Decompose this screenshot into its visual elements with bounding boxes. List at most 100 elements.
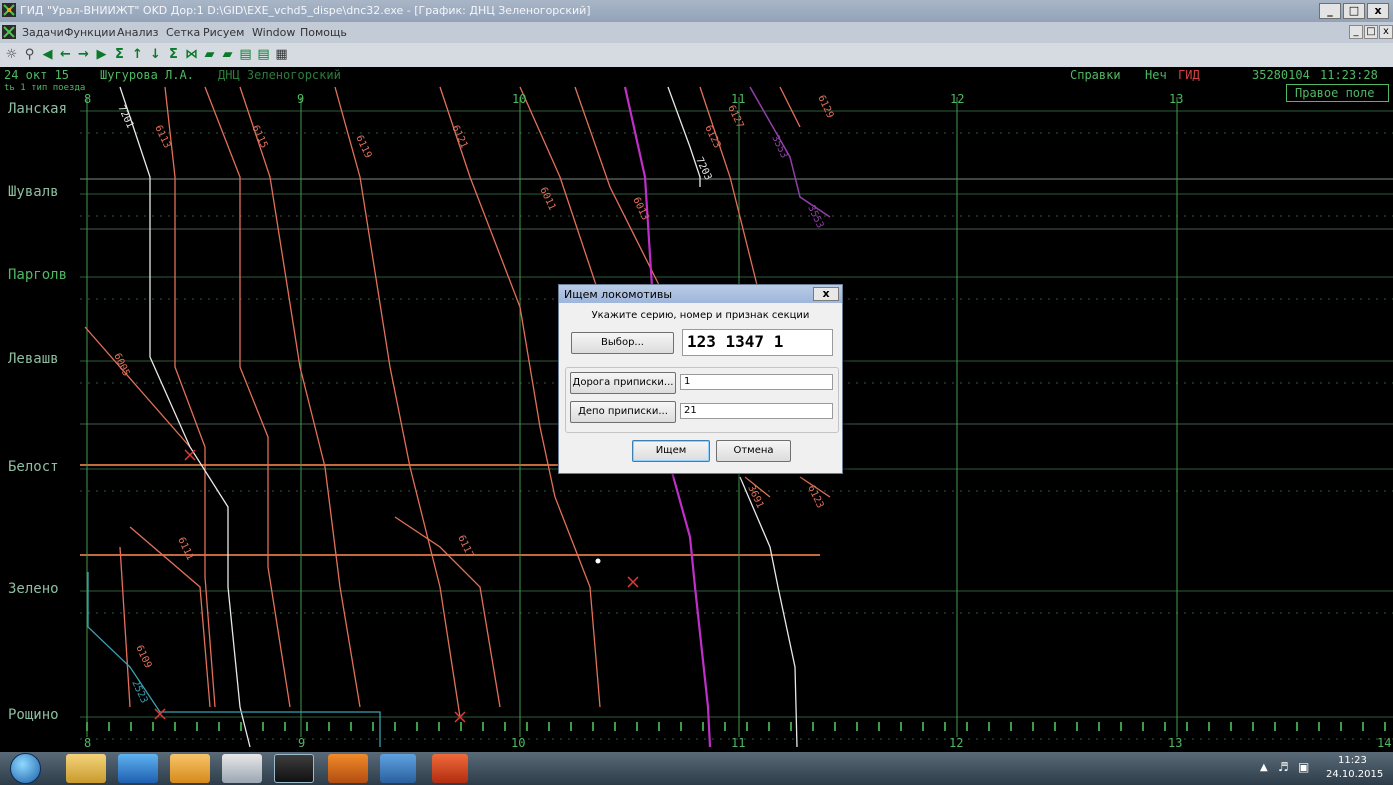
station-roshchino[interactable]: Рощино	[8, 707, 59, 723]
locomotive2-icon[interactable]: ▤	[256, 46, 271, 63]
train-number-label: 6123	[702, 124, 722, 150]
start-button[interactable]	[10, 753, 41, 784]
locomotive-icon[interactable]: ▤	[238, 46, 253, 63]
menu-item-grid[interactable]: Сетка	[166, 26, 200, 39]
train-thread	[574, 86, 661, 288]
hour-top-13: 13	[1169, 92, 1184, 106]
prev-icon[interactable]: ←	[58, 46, 73, 63]
first-icon[interactable]: ◀	[40, 46, 55, 63]
hour-top-9: 9	[297, 92, 305, 106]
locomotive-input[interactable]: 123 1347 1	[682, 329, 833, 356]
menu-item-draw[interactable]: Рисуем	[203, 26, 244, 39]
menu-item-help[interactable]: Помощь	[300, 26, 347, 39]
total-icon[interactable]: Σ	[166, 46, 181, 63]
hour-bottom-11: 11	[731, 736, 746, 750]
cross-icon[interactable]: ⋈	[184, 46, 199, 63]
volume-icon[interactable]: ♬	[1278, 760, 1289, 774]
mail-icon[interactable]	[170, 754, 210, 783]
dialog-prompt: Укажите серию, номер и признак секции	[591, 310, 810, 321]
train-thread	[239, 86, 361, 708]
refs-label[interactable]: Справки	[1070, 68, 1121, 82]
hour-bottom-9: 9	[298, 736, 306, 750]
train-number-label: 6123	[805, 484, 825, 510]
menu-bar: Задачи Функции Анализ Сетка Рисуем Windo…	[0, 22, 1393, 43]
network-icon[interactable]: ▣	[1298, 760, 1309, 774]
station-shuvalovo[interactable]: Шувалв	[8, 184, 59, 200]
counter-label: 35280104	[1252, 68, 1310, 82]
hour-top-8: 8	[84, 92, 92, 106]
cross-mark	[627, 576, 639, 588]
train-number-label: 6127	[725, 104, 745, 130]
tray-date[interactable]: 24.10.2015	[1326, 769, 1383, 780]
hour-top-10: 10	[512, 92, 527, 106]
gid-label: ГИД	[1178, 68, 1200, 82]
train-number-label: 7201	[115, 104, 135, 130]
depot-input[interactable]: 21	[680, 403, 833, 419]
up-icon[interactable]: ↑	[130, 46, 145, 63]
hour-top-12: 12	[950, 92, 965, 106]
title-bar: ГИД "Урал-ВНИИЖТ" OKD Дор:1 D:\GID\EXE_v…	[0, 0, 1393, 22]
find-locomotive-dialog: Ищем локомотивы x Укажите серию, номер и…	[558, 284, 843, 474]
explorer-icon[interactable]	[66, 754, 106, 783]
zoom-icon[interactable]: ⚲	[22, 46, 37, 63]
mdi-minimize-button[interactable]: _	[1349, 25, 1363, 39]
station-belostrov[interactable]: Белост	[8, 459, 59, 475]
last-icon[interactable]: ▶	[94, 46, 109, 63]
train-number-label: 6111	[175, 536, 195, 562]
station-lanskaya[interactable]: Ланская	[8, 101, 67, 117]
close-button[interactable]: x	[1367, 3, 1389, 19]
toolbar: ☼ ⚲ ◀ ← → ▶ Σ ↑ ↓ Σ ⋈ ▰ ▰ ▤ ▤ ▦	[0, 43, 1393, 67]
hour-bottom-13: 13	[1168, 736, 1183, 750]
down-icon[interactable]: ↓	[148, 46, 163, 63]
menu-item-functions[interactable]: Функции	[64, 26, 116, 39]
choose-button[interactable]: Выбор...	[571, 332, 674, 354]
ie-icon[interactable]	[118, 754, 158, 783]
tray-arrow-icon[interactable]: ▲	[1260, 762, 1268, 773]
cross-mark	[184, 449, 196, 461]
table-icon[interactable]: ▦	[274, 46, 289, 63]
train-number-label: 6005	[111, 352, 131, 378]
print-icon[interactable]: ☼	[4, 46, 19, 63]
train-thread	[394, 516, 501, 708]
player-icon[interactable]	[328, 754, 368, 783]
menu-item-tasks[interactable]: Задачи	[22, 26, 64, 39]
train-icon[interactable]: ▰	[202, 46, 217, 63]
train-thread	[699, 86, 761, 298]
station-zelenogorsk[interactable]: Зелено	[8, 581, 59, 597]
minimize-button[interactable]: _	[1319, 3, 1341, 19]
tools-icon[interactable]	[222, 754, 262, 783]
dialog-close-button[interactable]: x	[813, 287, 839, 301]
road-input[interactable]: 1	[680, 374, 833, 390]
train2-icon[interactable]: ▰	[220, 46, 235, 63]
station-pargolovo[interactable]: Парголв	[8, 267, 67, 283]
station-levashovo[interactable]: Левашв	[8, 351, 59, 367]
search-button[interactable]: Ищем	[632, 440, 710, 462]
window-icon[interactable]	[380, 754, 416, 783]
train-thread	[119, 546, 131, 708]
maximize-button[interactable]: □	[1343, 3, 1365, 19]
road-button[interactable]: Дорога приписки...	[570, 372, 676, 394]
road-value: 1	[684, 376, 691, 387]
train-number-label: 6129	[815, 94, 835, 120]
dialog-titlebar: Ищем локомотивы x	[559, 285, 842, 303]
menu-item-analysis[interactable]: Анализ	[117, 26, 159, 39]
next-icon[interactable]: →	[76, 46, 91, 63]
train-thread-cyan	[87, 572, 381, 747]
depot-button[interactable]: Депо приписки...	[570, 401, 676, 423]
train-thread-white	[739, 476, 798, 748]
mdi-close-button[interactable]: x	[1379, 25, 1393, 39]
app-red-icon[interactable]	[432, 754, 468, 783]
mdi-restore-button[interactable]: □	[1364, 25, 1378, 39]
cancel-button[interactable]: Отмена	[716, 440, 791, 462]
hour-top-11: 11	[731, 92, 746, 106]
gid-app-icon[interactable]	[274, 754, 314, 783]
train-thread	[204, 86, 291, 708]
tray-time[interactable]: 11:23	[1338, 755, 1367, 766]
taskbar: ▲ ♬ ▣ 11:23 24.10.2015	[0, 752, 1393, 785]
train-number-label: 6109	[133, 644, 153, 670]
train-thread	[164, 86, 216, 708]
graph-subline: tь 1 тип поезда	[4, 83, 86, 93]
right-field-box[interactable]: Правое поле	[1286, 84, 1389, 102]
menu-item-window[interactable]: Window	[252, 26, 295, 39]
sum-icon[interactable]: Σ	[112, 46, 127, 63]
